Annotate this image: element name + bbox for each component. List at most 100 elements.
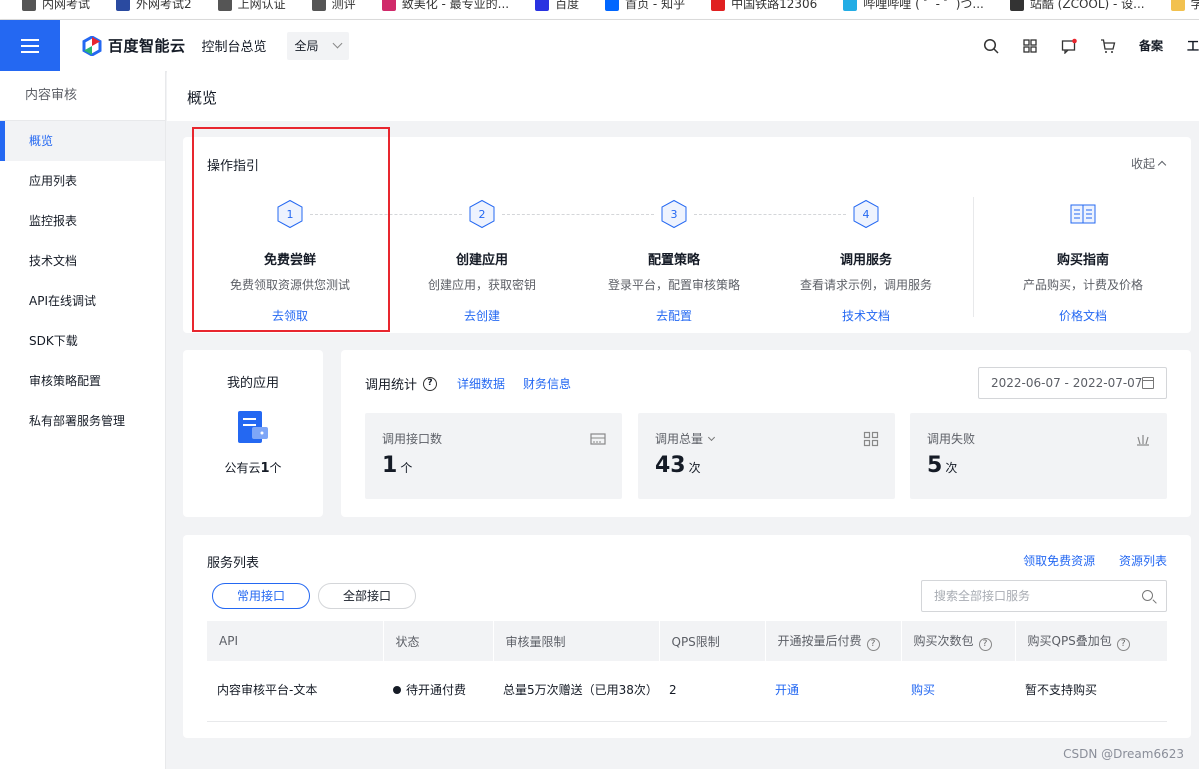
message-icon[interactable] xyxy=(1061,38,1077,54)
bookmark-favicon-icon xyxy=(1170,0,1185,11)
sidebar-item-docs[interactable]: 技术文档 xyxy=(0,241,165,281)
step-name: 创建应用 xyxy=(455,253,508,268)
purchase-desc: 产品购买，计费及价格 xyxy=(1022,278,1143,292)
bookmark-label: 中国铁路12306 xyxy=(731,0,818,11)
enable-postpaid-link[interactable]: 开通 xyxy=(765,661,901,722)
col-limit: 审核量限制 xyxy=(493,621,660,661)
step-number: 3 xyxy=(671,208,678,221)
app-document-icon[interactable] xyxy=(234,409,272,447)
service-list-card: 服务列表 领取免费资源 资源列表 常用接口 全部接口 API 状态 审核量限制 … xyxy=(183,535,1191,738)
stat-value: 5次 xyxy=(927,453,958,478)
date-range-value: 2022-06-07 - 2022-07-07 xyxy=(991,376,1143,390)
service-list-title: 服务列表 xyxy=(207,556,260,571)
grid-icon[interactable] xyxy=(1022,38,1038,54)
sidebar-item-monitor[interactable]: 监控报表 xyxy=(0,201,165,241)
my-app-title: 我的应用 xyxy=(226,376,279,391)
cart-icon[interactable] xyxy=(1100,38,1116,54)
step-link-tech-docs[interactable]: 技术文档 xyxy=(771,307,961,324)
search-icon[interactable] xyxy=(1142,590,1153,601)
region-select[interactable]: 全局 xyxy=(286,31,349,60)
free-resources-link[interactable]: 领取免费资源 xyxy=(1023,554,1095,568)
step-desc: 创建应用，获取密钥 xyxy=(427,278,536,292)
step-number: 4 xyxy=(863,208,870,221)
bookmark-label: 站酷 (ZCOOL) - 设... xyxy=(1029,0,1145,11)
date-range-picker[interactable]: 2022-06-07 - 2022-07-07 xyxy=(978,367,1167,399)
cell-status: 待开通付费 xyxy=(383,661,493,722)
calendar-icon xyxy=(1142,377,1154,389)
my-app-unit: 个 xyxy=(269,461,282,475)
bookmark-label: 学习 xyxy=(1191,0,1199,12)
chevron-down-icon xyxy=(332,38,342,49)
bookmark-item[interactable]: 致美化 - 最专业的... xyxy=(381,0,509,12)
bookmark-favicon-icon xyxy=(116,0,131,11)
bookmark-item[interactable]: 外网考试2 xyxy=(116,0,192,12)
menu-toggle-button[interactable] xyxy=(0,20,60,71)
bookmark-item[interactable]: 上网认证 xyxy=(217,0,286,12)
stat-label[interactable]: 调用总量 xyxy=(655,430,716,447)
bookmark-item[interactable]: 百度 xyxy=(535,0,579,12)
step-number: 2 xyxy=(479,208,486,221)
stat-label: 调用失败 xyxy=(927,432,976,446)
price-docs-link[interactable]: 价格文档 xyxy=(988,307,1178,324)
bookmark-label: 百度 xyxy=(555,0,580,11)
bookmark-item[interactable]: 测评 xyxy=(311,0,356,12)
col-status: 状态 xyxy=(383,621,494,661)
sidebar-item-sdk[interactable]: SDK下载 xyxy=(0,321,165,361)
purchase-name: 购买指南 xyxy=(1056,253,1109,268)
bookmark-favicon-icon xyxy=(1009,0,1024,11)
stats-title: 调用统计 xyxy=(365,378,418,393)
collapse-label: 收起 xyxy=(1130,157,1155,171)
console-overview-link[interactable]: 控制台总览 xyxy=(202,36,267,55)
logo[interactable]: 百度智能云 xyxy=(82,35,186,56)
detail-data-link[interactable]: 详细数据 xyxy=(457,375,505,392)
beian-link[interactable]: 备案 xyxy=(1139,37,1163,54)
table-row: 内容审核平台-文本 待开通付费 总量5万次赠送（已用38次） 2 开通 购买 暂… xyxy=(207,661,1167,722)
help-icon[interactable]: ? xyxy=(1116,637,1130,651)
ticket-link[interactable]: 工 xyxy=(1187,37,1199,54)
bookmark-item[interactable]: 哔哩哔哩 ( ゜- ゜)つ... xyxy=(843,0,984,12)
bookmarks-bar: 内网考试 外网考试2 上网认证 测评 致美化 - 最专业的... 百度 首页 - 知乎 中国铁… xyxy=(0,0,1199,20)
bookmark-item[interactable]: 学习 xyxy=(1170,0,1199,12)
step-desc: 登录平台，配置审核策略 xyxy=(607,278,740,292)
tab-all-apis[interactable]: 全部接口 xyxy=(318,583,416,609)
stat-total-calls: 调用总量 43 次 xyxy=(638,413,895,499)
bookmark-item[interactable]: 中国铁路12306 xyxy=(711,0,817,12)
step-link-create[interactable]: 去创建 xyxy=(387,307,577,324)
col-qps-pack: 购买QPS叠加包? xyxy=(1015,621,1167,661)
service-search-input[interactable] xyxy=(922,581,1132,611)
bookmark-label: 哔哩哔哩 ( ゜- ゜)つ... xyxy=(863,0,984,11)
help-icon[interactable]: ? xyxy=(866,637,880,651)
service-search-box xyxy=(921,580,1167,612)
help-icon[interactable]: ? xyxy=(978,637,992,651)
search-icon[interactable] xyxy=(983,38,999,54)
my-app-count[interactable]: 公有云1个 xyxy=(183,459,323,476)
sidebar-item-policy[interactable]: 审核策略配置 xyxy=(0,361,165,401)
bookmark-item[interactable]: 内网考试 xyxy=(22,0,90,12)
tab-common-apis[interactable]: 常用接口 xyxy=(212,583,310,609)
resource-list-link[interactable]: 资源列表 xyxy=(1119,554,1167,568)
step-link-configure[interactable]: 去配置 xyxy=(579,307,769,324)
sidebar-title: 内容审核 xyxy=(0,71,165,121)
service-links: 领取免费资源 资源列表 xyxy=(1003,552,1167,569)
bookmark-item[interactable]: 首页 - 知乎 xyxy=(605,0,685,12)
bookmark-label: 内网考试 xyxy=(42,0,91,11)
chevron-down-icon xyxy=(707,433,716,441)
sidebar-item-api-debug[interactable]: API在线调试 xyxy=(0,281,165,321)
step-name: 配置策略 xyxy=(647,253,700,268)
help-icon[interactable]: ? xyxy=(423,376,438,391)
sidebar-item-app-list[interactable]: 应用列表 xyxy=(0,161,165,201)
failure-icon xyxy=(1137,435,1149,446)
buy-pack-link[interactable]: 购买 xyxy=(901,661,1015,722)
sidebar: 内容审核 概览 应用列表 监控报表 技术文档 API在线调试 SDK下载 审核策… xyxy=(0,71,166,769)
table-header-row: API 状态 审核量限制 QPS限制 开通按量后付费? 购买次数包? 购买QPS… xyxy=(207,621,1167,661)
collapse-button[interactable]: 收起 xyxy=(1130,155,1167,172)
finance-info-link[interactable]: 财务信息 xyxy=(523,375,571,392)
sidebar-item-overview[interactable]: 概览 xyxy=(0,121,165,161)
bookmark-favicon-icon xyxy=(311,0,326,11)
col-postpaid: 开通按量后付费? xyxy=(765,621,902,661)
purchase-guide: 购买指南 产品购买，计费及价格 价格文档 xyxy=(988,199,1178,324)
sidebar-item-private-deploy[interactable]: 私有部署服务管理 xyxy=(0,401,165,441)
watermark: CSDN @Dream6623 xyxy=(1063,747,1184,761)
bookmark-item[interactable]: 站酷 (ZCOOL) - 设... xyxy=(1009,0,1145,12)
bookmark-favicon-icon xyxy=(217,0,232,11)
